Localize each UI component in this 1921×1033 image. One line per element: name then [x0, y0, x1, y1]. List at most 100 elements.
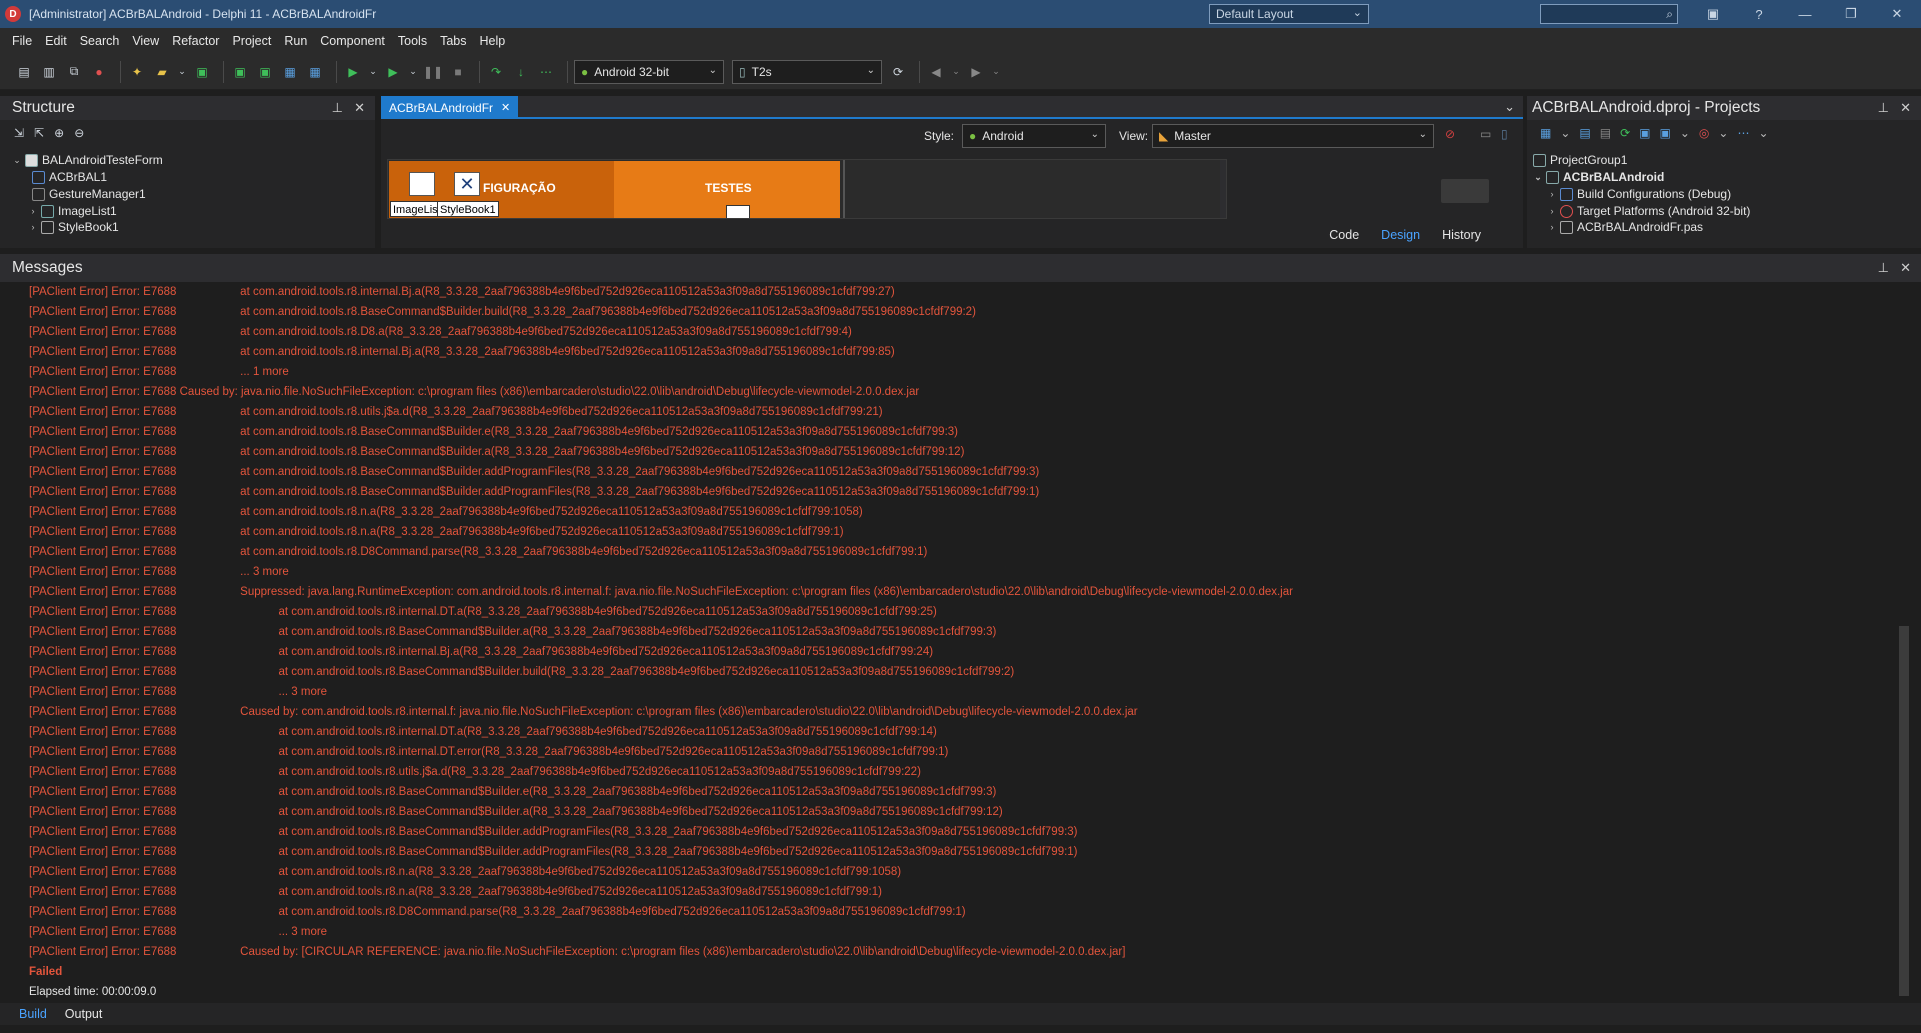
save-icon[interactable]: ▣ [192, 62, 212, 82]
close-icon[interactable]: ✕ [1900, 100, 1911, 116]
form-canvas[interactable]: ✕ FIGURAÇÃO TESTES ImageLis StyleBook1 [387, 159, 1227, 219]
toggle-form-icon[interactable]: ▦ [280, 62, 300, 82]
menu-project[interactable]: Project [232, 34, 271, 48]
forward-arrow-icon[interactable]: ▶ [966, 62, 986, 82]
tab-design[interactable]: Design [1381, 228, 1420, 242]
message-row[interactable]: [PAClient Error] Error: E7688 at com.and… [29, 482, 1039, 502]
message-row[interactable]: [PAClient Error] Error: E7688 at com.and… [29, 662, 1014, 682]
pause-icon[interactable]: ❚❚ [423, 62, 443, 82]
message-row[interactable]: [PAClient Error] Error: E7688 at com.and… [29, 862, 901, 882]
tab-acbrbalandroidfr[interactable]: ACBrBALAndroidFr ✕ [381, 96, 519, 119]
sync-icon[interactable]: ▤ [1579, 126, 1590, 140]
message-row[interactable]: [PAClient Error] Error: E7688 ... 3 more [29, 922, 327, 942]
chevron-down-icon[interactable]: ⌄ [408, 62, 418, 82]
tree-item[interactable]: › StyleBook1 [27, 218, 119, 236]
message-row[interactable]: [PAClient Error] Error: E7688 at com.and… [29, 902, 966, 922]
menu-tabs[interactable]: Tabs [440, 34, 466, 48]
ide-search-input[interactable]: ⌕ [1540, 4, 1678, 24]
copy-icon[interactable]: ⧉ [64, 62, 84, 82]
message-row[interactable]: [PAClient Error] Error: E7688 at com.and… [29, 422, 958, 442]
open-icon[interactable]: ▰ [152, 62, 172, 82]
message-row[interactable]: [PAClient Error] Error: E7688 at com.and… [29, 762, 921, 782]
close-button[interactable]: ✕ [1874, 0, 1920, 28]
message-row[interactable]: [PAClient Error] Error: E7688 at com.and… [29, 462, 1039, 482]
desktop-layout-combo[interactable]: Default Layout ⌄ [1209, 4, 1369, 24]
save-as-icon[interactable]: ▣ [255, 62, 275, 82]
style-combo[interactable]: ● Android ⌄ [962, 124, 1106, 148]
menu-view[interactable]: View [132, 34, 159, 48]
pin-icon[interactable]: ⊥ [1878, 100, 1889, 116]
target-icon[interactable]: ◎ [1699, 126, 1709, 140]
message-row[interactable]: [PAClient Error] Error: E7688 at com.and… [29, 522, 844, 542]
restore-button[interactable]: ❐ [1828, 0, 1874, 28]
device-combo[interactable]: ▯ T2s ⌄ [732, 59, 882, 84]
orientation-icon[interactable]: ▭ [1480, 127, 1491, 141]
device-preview-icon[interactable]: ▯ [1501, 127, 1508, 141]
close-icon[interactable]: ✕ [1900, 260, 1911, 276]
message-row[interactable]: [PAClient Error] Error: E7688 Caused by:… [29, 942, 1125, 962]
message-row[interactable]: [PAClient Error] Error: E7688 Caused by:… [29, 382, 919, 402]
collapse-all-icon[interactable]: ⇱ [34, 126, 44, 140]
menu-component[interactable]: Component [320, 34, 385, 48]
message-row[interactable]: [PAClient Error] Error: E7688 Caused by:… [29, 702, 1138, 722]
tree-item[interactable]: ACBrBAL1 [30, 168, 107, 186]
tree-item[interactable]: ⌄ BALAndroidTesteForm [11, 151, 163, 169]
trace-line-icon[interactable]: ⋯ [536, 62, 556, 82]
chevron-down-icon[interactable]: ⌄ [368, 62, 378, 82]
activate-icon[interactable]: ▦ [1540, 126, 1551, 140]
stop-icon[interactable]: ■ [448, 62, 468, 82]
new-file-icon[interactable]: ▤ [14, 62, 34, 82]
tree-item[interactable]: › Build Configurations (Debug) [1546, 185, 1732, 203]
message-row[interactable]: [PAClient Error] Error: E7688 at com.and… [29, 542, 927, 562]
minimize-button[interactable]: — [1782, 0, 1828, 28]
message-row[interactable]: [PAClient Error] Error: E7688 at com.and… [29, 442, 964, 462]
menu-refactor[interactable]: Refactor [172, 34, 219, 48]
view-units-icon[interactable]: ▦ [305, 62, 325, 82]
chevron-down-icon[interactable]: ⌄ [1758, 126, 1768, 140]
chevron-down-icon[interactable]: ⌄ [1680, 126, 1690, 140]
help-icon[interactable]: ? [1736, 0, 1782, 28]
message-row[interactable]: [PAClient Error] Error: E7688 at com.and… [29, 642, 933, 662]
step-over-icon[interactable]: ↷ [486, 62, 506, 82]
messages-list[interactable]: [PAClient Error] Error: E7688 at com.and… [0, 282, 1895, 1000]
message-row[interactable]: [PAClient Error] Error: E7688 at com.and… [29, 842, 1078, 862]
trace-into-icon[interactable]: ↓ [511, 62, 531, 82]
chevron-down-icon[interactable]: ⌄ [177, 62, 187, 82]
tab-history[interactable]: History [1442, 228, 1481, 242]
move-down-icon[interactable]: ⊖ [74, 126, 84, 140]
menu-file[interactable]: File [12, 34, 32, 48]
message-row[interactable]: [PAClient Error] Error: E7688 at com.and… [29, 322, 852, 342]
chevron-down-icon[interactable]: ⌄ [1560, 126, 1570, 140]
refresh-icon[interactable]: ⟳ [1620, 126, 1630, 140]
tree-item[interactable]: GestureManager1 [30, 185, 146, 203]
message-row[interactable]: [PAClient Error] Error: E7688 ... 1 more [29, 362, 289, 382]
delete-view-icon[interactable]: ⊘ [1445, 127, 1455, 141]
view-combo[interactable]: ◣ Master ⌄ [1152, 124, 1434, 148]
menu-edit[interactable]: Edit [45, 34, 67, 48]
tree-item[interactable]: ProjectGroup1 [1531, 151, 1627, 169]
menu-search[interactable]: Search [80, 34, 120, 48]
message-row[interactable]: [PAClient Error] Error: E7688 at com.and… [29, 302, 976, 322]
message-row[interactable]: [PAClient Error] Error: E7688 at com.and… [29, 722, 937, 742]
tree-item[interactable]: ⌄ ACBrBALAndroid [1532, 168, 1664, 186]
getit-icon[interactable]: ● [89, 62, 109, 82]
menu-help[interactable]: Help [480, 34, 506, 48]
close-icon[interactable]: ✕ [354, 100, 365, 116]
refresh-devices-icon[interactable]: ⟳ [888, 62, 908, 82]
message-row[interactable]: [PAClient Error] Error: E7688 at com.and… [29, 882, 882, 902]
scrollbar-thumb[interactable] [1899, 626, 1909, 996]
platform-combo[interactable]: ● Android 32-bit ⌄ [574, 59, 724, 84]
pin-icon[interactable]: ⊥ [1878, 260, 1889, 276]
compare-icon[interactable]: ▤ [1600, 126, 1611, 140]
message-row[interactable]: [PAClient Error] Error: E7688 Suppressed… [29, 582, 1293, 602]
message-row[interactable]: [PAClient Error] Error: E7688 ... 3 more [29, 682, 327, 702]
tab-build[interactable]: Build [19, 1007, 47, 1021]
message-row[interactable]: [PAClient Error] Error: E7688 at com.and… [29, 742, 948, 762]
save-all-icon[interactable]: ▣ [230, 62, 250, 82]
tab-output[interactable]: Output [65, 1007, 103, 1021]
imagelist-component-icon[interactable] [409, 172, 435, 196]
message-row[interactable]: [PAClient Error] Error: E7688 at com.and… [29, 822, 1078, 842]
expand-all-icon[interactable]: ⇲ [14, 126, 24, 140]
message-row[interactable]: [PAClient Error] Error: E7688 at com.and… [29, 282, 895, 302]
message-row[interactable]: [PAClient Error] Error: E7688 at com.and… [29, 782, 996, 802]
